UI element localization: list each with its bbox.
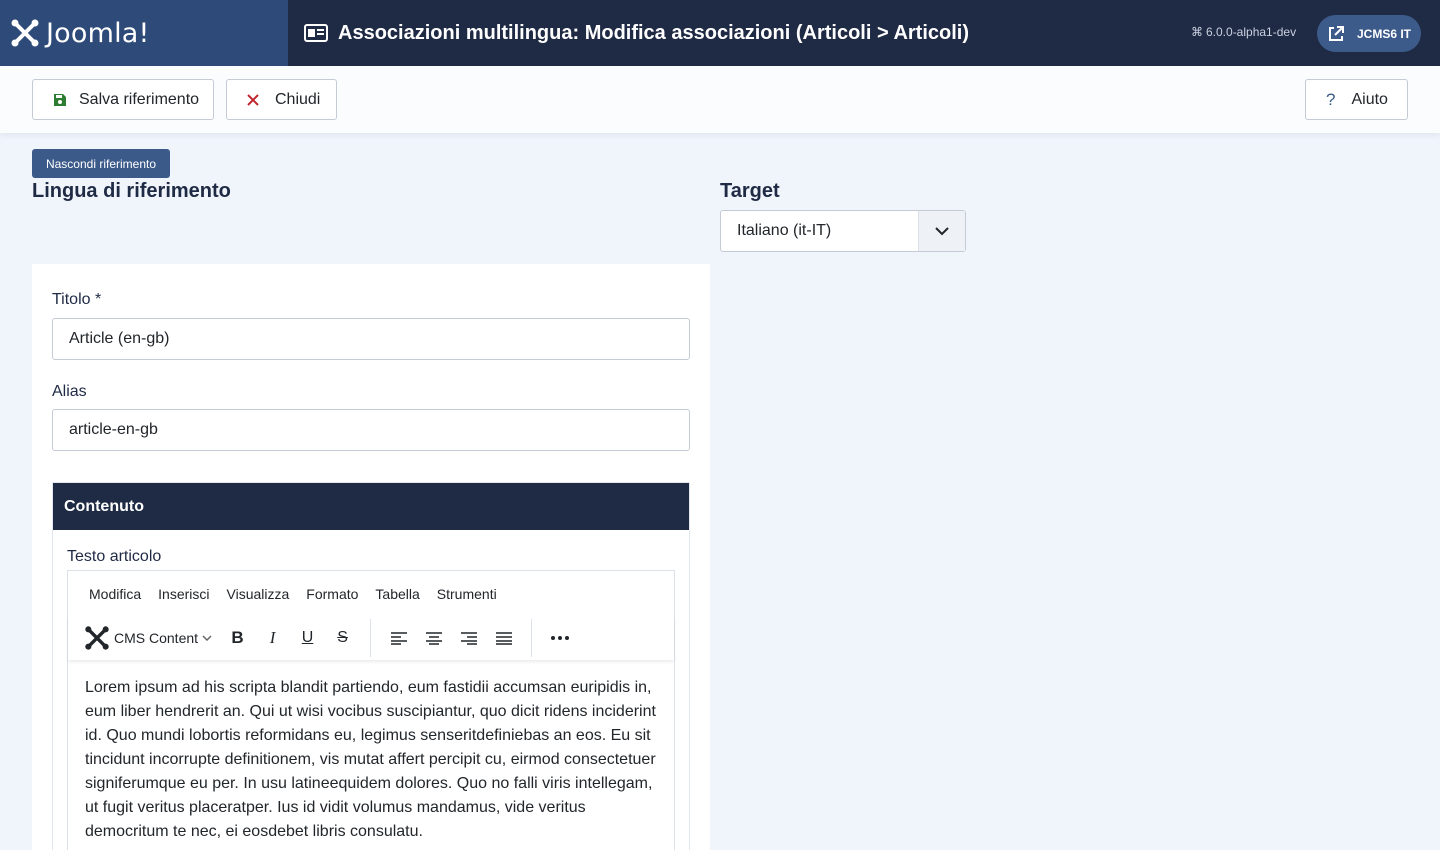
menu-strumenti[interactable]: Strumenti <box>437 586 497 602</box>
toolbar-separator <box>531 619 533 657</box>
underline-button[interactable]: U <box>290 623 325 653</box>
top-header: Joomla! Associazioni multilingua: Modifi… <box>0 0 1440 66</box>
menu-visualizza[interactable]: Visualizza <box>227 586 290 602</box>
target-selected-value: Italiano (it-IT) <box>737 222 832 239</box>
external-link-icon <box>1329 25 1344 41</box>
reference-heading: Lingua di riferimento <box>32 180 231 202</box>
help-label: Aiuto <box>1351 90 1388 108</box>
target-heading: Target <box>720 180 780 202</box>
cms-content-button[interactable]: CMS Content <box>84 625 212 651</box>
joomla-logo[interactable]: Joomla! <box>0 0 288 66</box>
menu-inserisci[interactable]: Inserisci <box>158 586 209 602</box>
hide-reference-button[interactable]: Nascondi riferimento <box>32 149 170 178</box>
title-label: Titolo * <box>52 291 102 308</box>
page-title: Associazioni multilingua: Modifica assoc… <box>338 21 970 44</box>
italic-icon: I <box>269 628 276 647</box>
chevron-down-icon <box>918 211 965 251</box>
toolbar-separator <box>370 619 372 657</box>
view-site-button[interactable]: JCMS6 IT <box>1317 15 1421 52</box>
cms-content-label: CMS Content <box>114 630 199 646</box>
more-button[interactable] <box>542 623 577 653</box>
italic-button[interactable]: I <box>255 623 290 653</box>
article-editor: Modifica Inserisci Visualizza Formato Ta… <box>67 570 675 850</box>
version-text: 6.0.0-alpha1-dev <box>1206 25 1297 39</box>
align-center-icon <box>425 631 442 645</box>
editor-toolbar: CMS Content B I U S <box>68 616 674 660</box>
page-title-area: Associazioni multilingua: Modifica assoc… <box>304 22 969 45</box>
editor-label: Testo articolo <box>67 548 162 565</box>
align-right-icon <box>460 631 477 645</box>
strikethrough-button[interactable]: S <box>325 623 360 653</box>
joomla-small-icon: ⌘ <box>1191 25 1203 39</box>
target-language-select[interactable]: Italiano (it-IT) <box>720 210 966 252</box>
joomla-logo-icon <box>11 19 39 47</box>
editor-body[interactable]: Lorem ipsum ad his scripta blandit parti… <box>68 660 674 844</box>
close-button[interactable]: Chiudi <box>226 79 337 120</box>
toolbar: Salva riferimento Chiudi ? Aiuto <box>0 66 1440 133</box>
underline-icon: U <box>301 629 314 646</box>
justify-icon <box>495 631 512 645</box>
align-left-icon <box>390 631 407 645</box>
version-info: ⌘ 6.0.0-alpha1-dev <box>1191 25 1296 39</box>
strikethrough-icon: S <box>337 629 348 646</box>
joomla-icon <box>85 626 109 650</box>
save-reference-button[interactable]: Salva riferimento <box>32 79 214 120</box>
help-button[interactable]: ? Aiuto <box>1305 79 1408 120</box>
menu-formato[interactable]: Formato <box>306 586 358 602</box>
editor-menubar: Modifica Inserisci Visualizza Formato Ta… <box>68 571 674 616</box>
more-icon <box>550 636 569 640</box>
alias-label: Alias <box>52 383 87 400</box>
bold-icon: B <box>231 628 244 647</box>
align-center-button[interactable] <box>416 623 451 653</box>
bold-button[interactable]: B <box>220 623 255 653</box>
align-right-button[interactable] <box>451 623 486 653</box>
close-icon <box>247 93 259 106</box>
language-card-icon <box>304 24 328 42</box>
site-button-label: JCMS6 IT <box>1357 26 1412 41</box>
tab-content[interactable]: Contenuto <box>53 483 689 530</box>
justify-button[interactable] <box>486 623 521 653</box>
menu-modifica[interactable]: Modifica <box>89 586 141 602</box>
help-icon: ? <box>1326 89 1336 109</box>
menu-tabella[interactable]: Tabella <box>375 586 419 602</box>
align-left-button[interactable] <box>381 623 416 653</box>
save-label: Salva riferimento <box>79 90 200 108</box>
logo-text: Joomla! <box>46 17 150 49</box>
save-icon <box>54 93 66 106</box>
chevron-down-icon <box>202 635 212 641</box>
close-label: Chiudi <box>275 90 321 108</box>
alias-field[interactable]: article-en-gb <box>52 409 690 451</box>
title-field[interactable]: Article (en-gb) <box>52 318 690 360</box>
